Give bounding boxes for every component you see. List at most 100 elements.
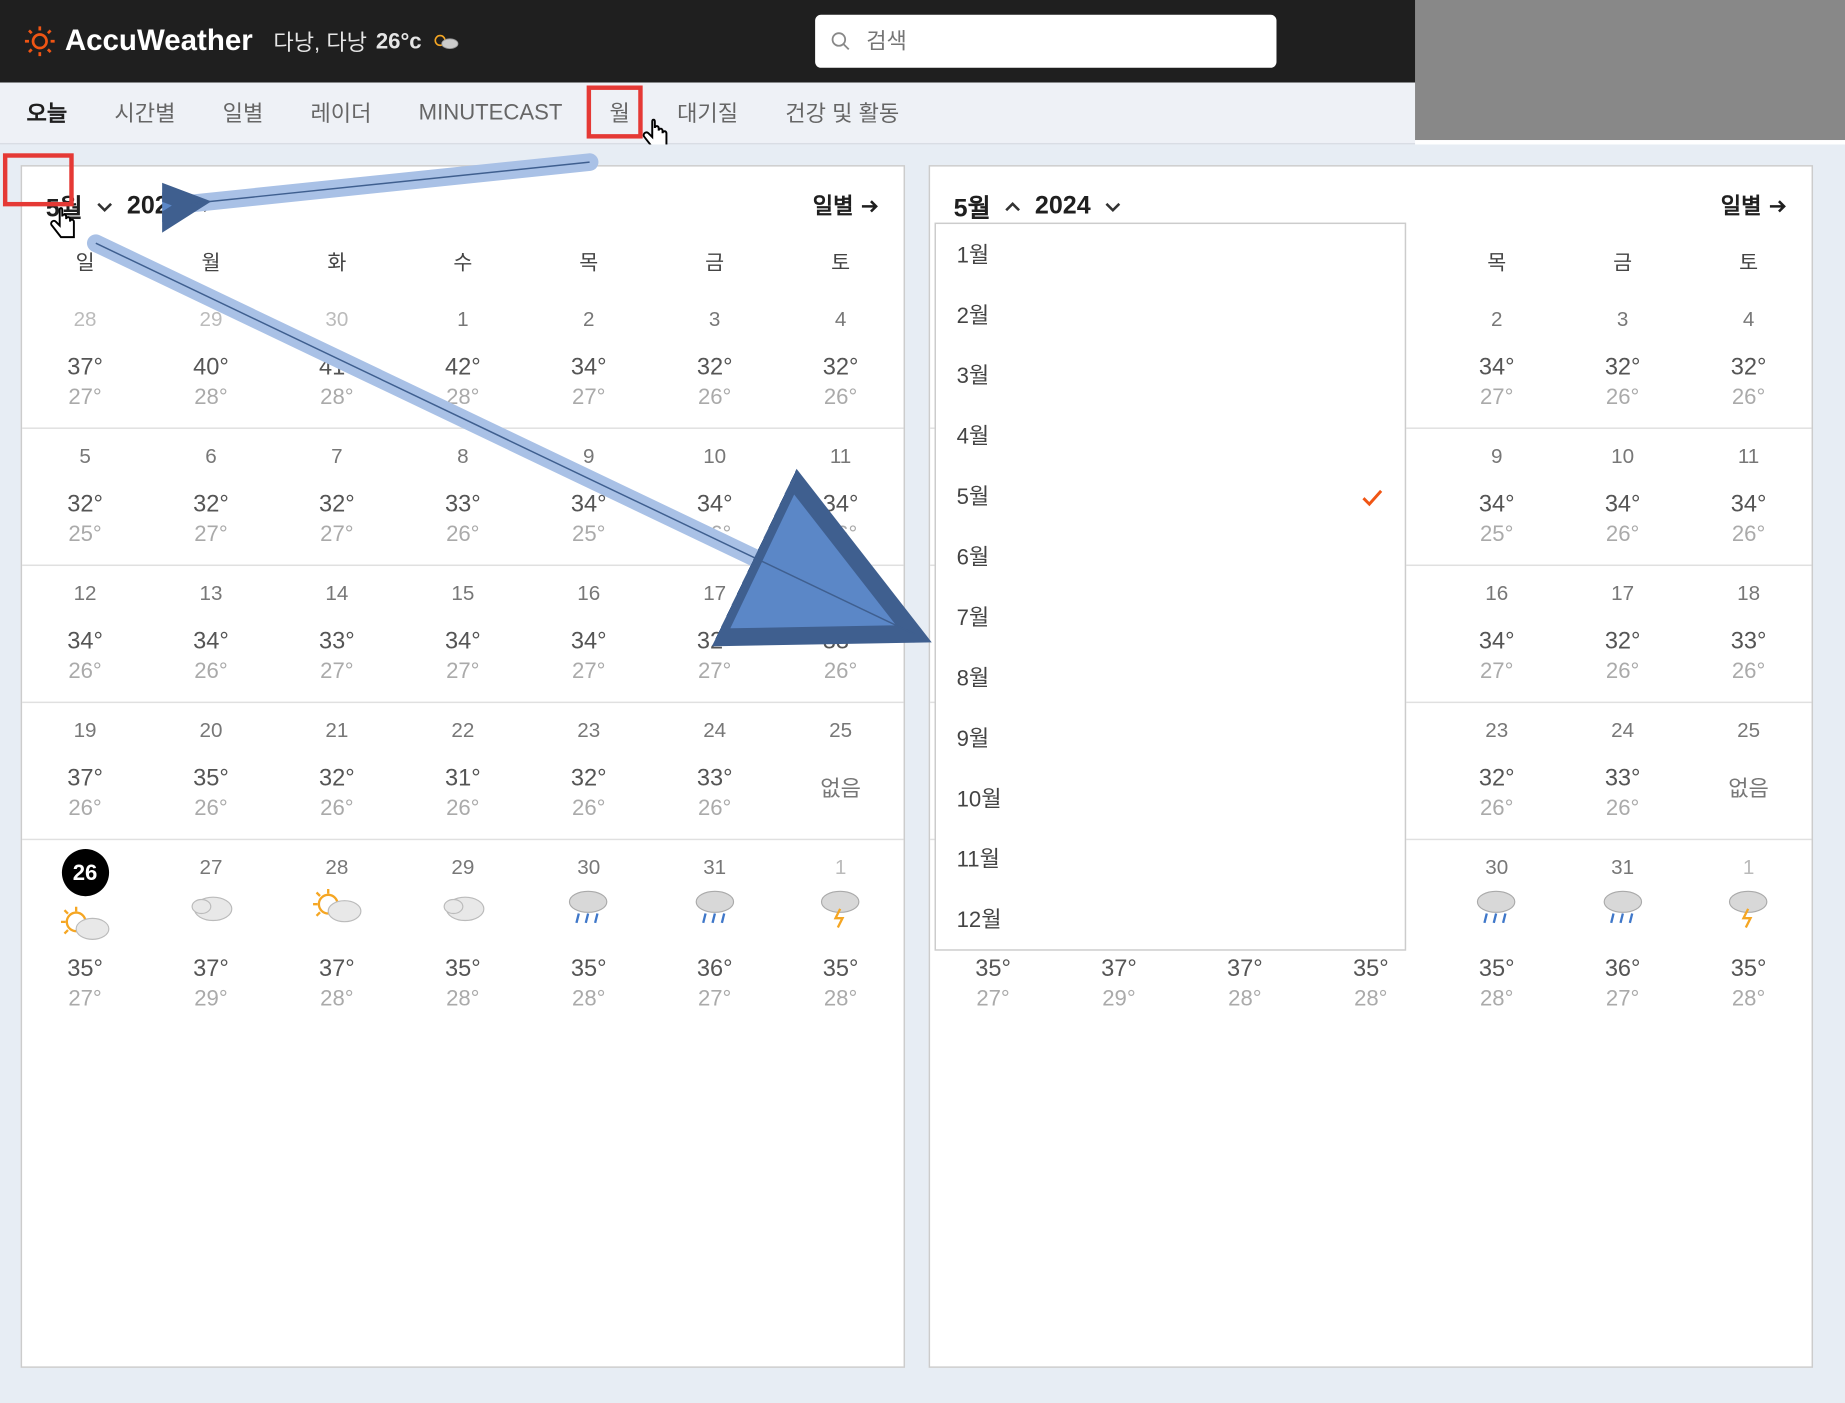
day-cell[interactable]: 2935°28° [400,840,526,1029]
day-cell[interactable]: 2231°26° [400,703,526,839]
day-cell[interactable]: 3041°28° [274,292,400,428]
day-cell[interactable]: 1034°26° [652,429,778,565]
nav-item-1[interactable]: 시간별 [114,85,175,140]
nav-item-2[interactable]: 일별 [223,85,264,140]
month-dropdown-label[interactable]: 5월 [46,187,83,224]
hi-temp: 35° [1308,957,1434,984]
day-cell[interactable]: 3035°28° [1434,840,1560,1029]
day-cell[interactable]: 1334°26° [148,566,274,702]
search-input[interactable] [866,29,1262,54]
day-cell[interactable]: 632°27° [148,429,274,565]
storm-icon [1721,884,1777,928]
day-cell[interactable]: 2332°26° [526,703,652,839]
location-label[interactable]: 다낭, 다낭 26°c [273,25,463,57]
month-option-3[interactable]: 3월 [936,345,1405,405]
day-cell[interactable]: 1134°26° [778,429,904,565]
day-number: 29 [148,292,274,330]
day-cell[interactable]: 25없음 [1686,703,1812,839]
temp-block: 34°27° [526,629,652,684]
day-cell[interactable]: 332°26° [652,292,778,428]
brand-name: AccuWeather [65,24,253,58]
month-dropdown[interactable]: 1월2월3월4월5월6월7월8월9월10월11월12월 [935,223,1407,951]
month-dropdown-label[interactable]: 5월 [954,187,991,224]
month-option-6[interactable]: 6월 [936,526,1405,586]
lo-temp: 27° [148,522,274,547]
day-cell[interactable]: 2635°27° [22,840,148,1029]
nav-item-3[interactable]: 레이더 [310,85,371,140]
day-cell[interactable]: 2940°28° [148,292,274,428]
day-cell[interactable]: 1433°27° [274,566,400,702]
day-cell[interactable]: 1833°26° [778,566,904,702]
day-cell[interactable]: 732°27° [274,429,400,565]
hi-temp: 35° [1434,957,1560,984]
daily-link[interactable]: 일별 [813,190,880,221]
hi-temp: 34° [526,629,652,656]
day-cell[interactable]: 532°25° [22,429,148,565]
day-number: 9 [1434,429,1560,467]
month-option-5[interactable]: 5월 [936,466,1405,526]
day-cell[interactable]: 934°25° [526,429,652,565]
month-option-1[interactable]: 1월 [936,224,1405,284]
day-cell[interactable]: 2332°26° [1434,703,1560,839]
day-cell[interactable]: 1634°27° [526,566,652,702]
day-cell[interactable]: 2433°26° [652,703,778,839]
month-option-12[interactable]: 12월 [936,889,1405,949]
day-cell[interactable]: 135°28° [1686,840,1812,1029]
day-cell[interactable]: 1534°27° [400,566,526,702]
month-year-selector[interactable]: 5월 2024 [46,187,215,224]
month-option-9[interactable]: 9월 [936,708,1405,768]
day-cell[interactable]: 3136°27° [652,840,778,1029]
nav-item-4[interactable]: MINUTECAST [419,88,563,137]
day-cell[interactable]: 1937°26° [22,703,148,839]
day-cell[interactable]: 432°26° [1686,292,1812,428]
day-cell[interactable]: 332°26° [1560,292,1686,428]
search-box[interactable] [815,15,1276,68]
arrow-right-icon [859,195,880,216]
day-cell[interactable]: 2132°26° [274,703,400,839]
month-option-2[interactable]: 2월 [936,284,1405,344]
lo-temp: 28° [400,986,526,1011]
day-cell[interactable]: 934°25° [1434,429,1560,565]
nav-item-6[interactable]: 대기질 [677,85,738,140]
day-cell[interactable]: 1833°26° [1686,566,1812,702]
day-cell[interactable]: 432°26° [778,292,904,428]
nav-item-7[interactable]: 건강 및 활동 [785,85,899,140]
day-cell[interactable]: 2433°26° [1560,703,1686,839]
partly-icon [57,902,113,946]
year-dropdown-label[interactable]: 2024 [1035,191,1091,220]
month-option-10[interactable]: 10월 [936,768,1405,828]
daily-link[interactable]: 일별 [1721,190,1788,221]
day-cell[interactable]: 234°27° [526,292,652,428]
hi-temp: 35° [148,766,274,793]
temp-block: 32°26° [1560,629,1686,684]
month-option-7[interactable]: 7월 [936,587,1405,647]
day-number: 25 [778,703,904,741]
day-cell[interactable]: 1134°26° [1686,429,1812,565]
day-cell[interactable]: 3136°27° [1560,840,1686,1029]
hi-temp: 32° [1560,629,1686,656]
month-option-11[interactable]: 11월 [936,828,1405,888]
day-cell[interactable]: 1234°26° [22,566,148,702]
day-cell[interactable]: 1732°27° [652,566,778,702]
day-cell[interactable]: 142°28° [400,292,526,428]
year-dropdown-label[interactable]: 2024 [127,191,183,220]
day-cell[interactable]: 234°27° [1434,292,1560,428]
month-option-4[interactable]: 4월 [936,405,1405,465]
temp-block: 35°27° [22,957,148,1012]
month-option-8[interactable]: 8월 [936,647,1405,707]
day-cell[interactable]: 3035°28° [526,840,652,1029]
day-cell[interactable]: 1034°26° [1560,429,1686,565]
day-cell[interactable]: 2737°29° [148,840,274,1029]
day-cell[interactable]: 135°28° [778,840,904,1029]
day-cell[interactable]: 2837°27° [22,292,148,428]
day-cell[interactable]: 833°26° [400,429,526,565]
day-cell[interactable]: 2035°26° [148,703,274,839]
month-year-selector[interactable]: 5월 2024 [954,187,1123,224]
hi-temp: 34° [1434,492,1560,519]
nav-item-0[interactable]: 오늘 [27,85,68,140]
day-cell[interactable]: 1634°27° [1434,566,1560,702]
day-cell[interactable]: 25없음 [778,703,904,839]
day-cell[interactable]: 1732°26° [1560,566,1686,702]
day-cell[interactable]: 2837°28° [274,840,400,1029]
nav-item-5[interactable]: 월 [610,85,630,140]
